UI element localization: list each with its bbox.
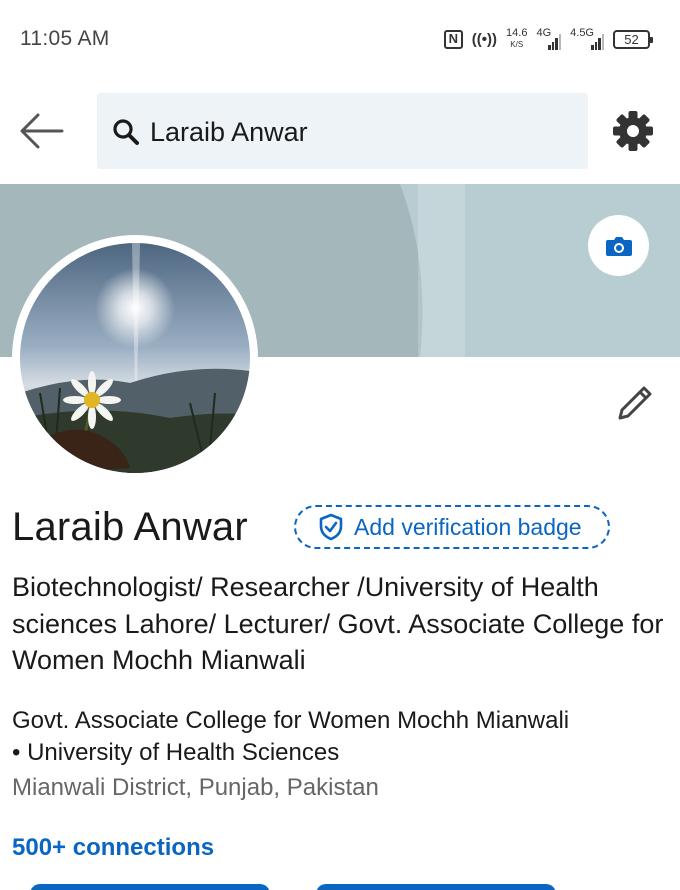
profile-headline: Biotechnologist/ Researcher /University … (12, 572, 664, 675)
profile-location: Mianwali District, Punjab, Pakistan (12, 774, 379, 801)
shield-check-icon (319, 513, 343, 541)
edit-profile-button[interactable] (610, 380, 658, 428)
battery-icon: 52 (613, 29, 653, 49)
avatar[interactable] (12, 235, 258, 481)
search-query: Laraib Anwar (150, 117, 308, 147)
pencil-icon (618, 386, 652, 420)
edit-cover-button[interactable] (588, 215, 649, 276)
hotspot-icon: ((•)) (471, 30, 498, 48)
primary-action-button[interactable] (30, 884, 270, 890)
settings-button[interactable] (612, 110, 654, 152)
back-arrow-icon (20, 113, 64, 149)
gear-icon (613, 111, 653, 151)
status-icons: N ((•)) 14.6 K/S 4G 4.5G 52 (443, 24, 653, 54)
battery-level: 52 (624, 31, 639, 47)
network-speed-unit: K/S (510, 40, 524, 49)
organizations-line-2: • University of Health Sciences (12, 739, 340, 766)
status-bar: 11:05 AM N ((•)) 14.6 K/S 4G 4.5G 52 (0, 0, 680, 78)
status-time: 11:05 AM (20, 27, 110, 50)
action-buttons-row (0, 884, 680, 890)
network-speed-value: 14.6 (506, 27, 528, 39)
network-speed: 14.6 K/S (506, 28, 527, 50)
nfc-icon: N (443, 29, 463, 49)
avatar-photo (20, 243, 250, 473)
camera-icon (605, 236, 632, 256)
verification-label: Add verification badge (354, 513, 582, 540)
connections-link[interactable]: 500+ connections (12, 834, 214, 862)
profile-name: Laraib Anwar (12, 505, 248, 549)
secondary-action-button[interactable] (316, 884, 556, 890)
search-icon (113, 119, 139, 145)
search-input[interactable]: Laraib Anwar (97, 93, 588, 169)
sim2-signal: 4.5G (570, 28, 604, 50)
signal-bars-icon (548, 34, 562, 50)
signal-bars-icon (591, 34, 604, 50)
add-verification-badge-button[interactable]: Add verification badge (294, 505, 610, 549)
back-button[interactable] (18, 109, 66, 153)
organizations-line-1: Govt. Associate College for Women Mochh … (12, 707, 570, 734)
sim1-signal: 4G (536, 28, 562, 50)
